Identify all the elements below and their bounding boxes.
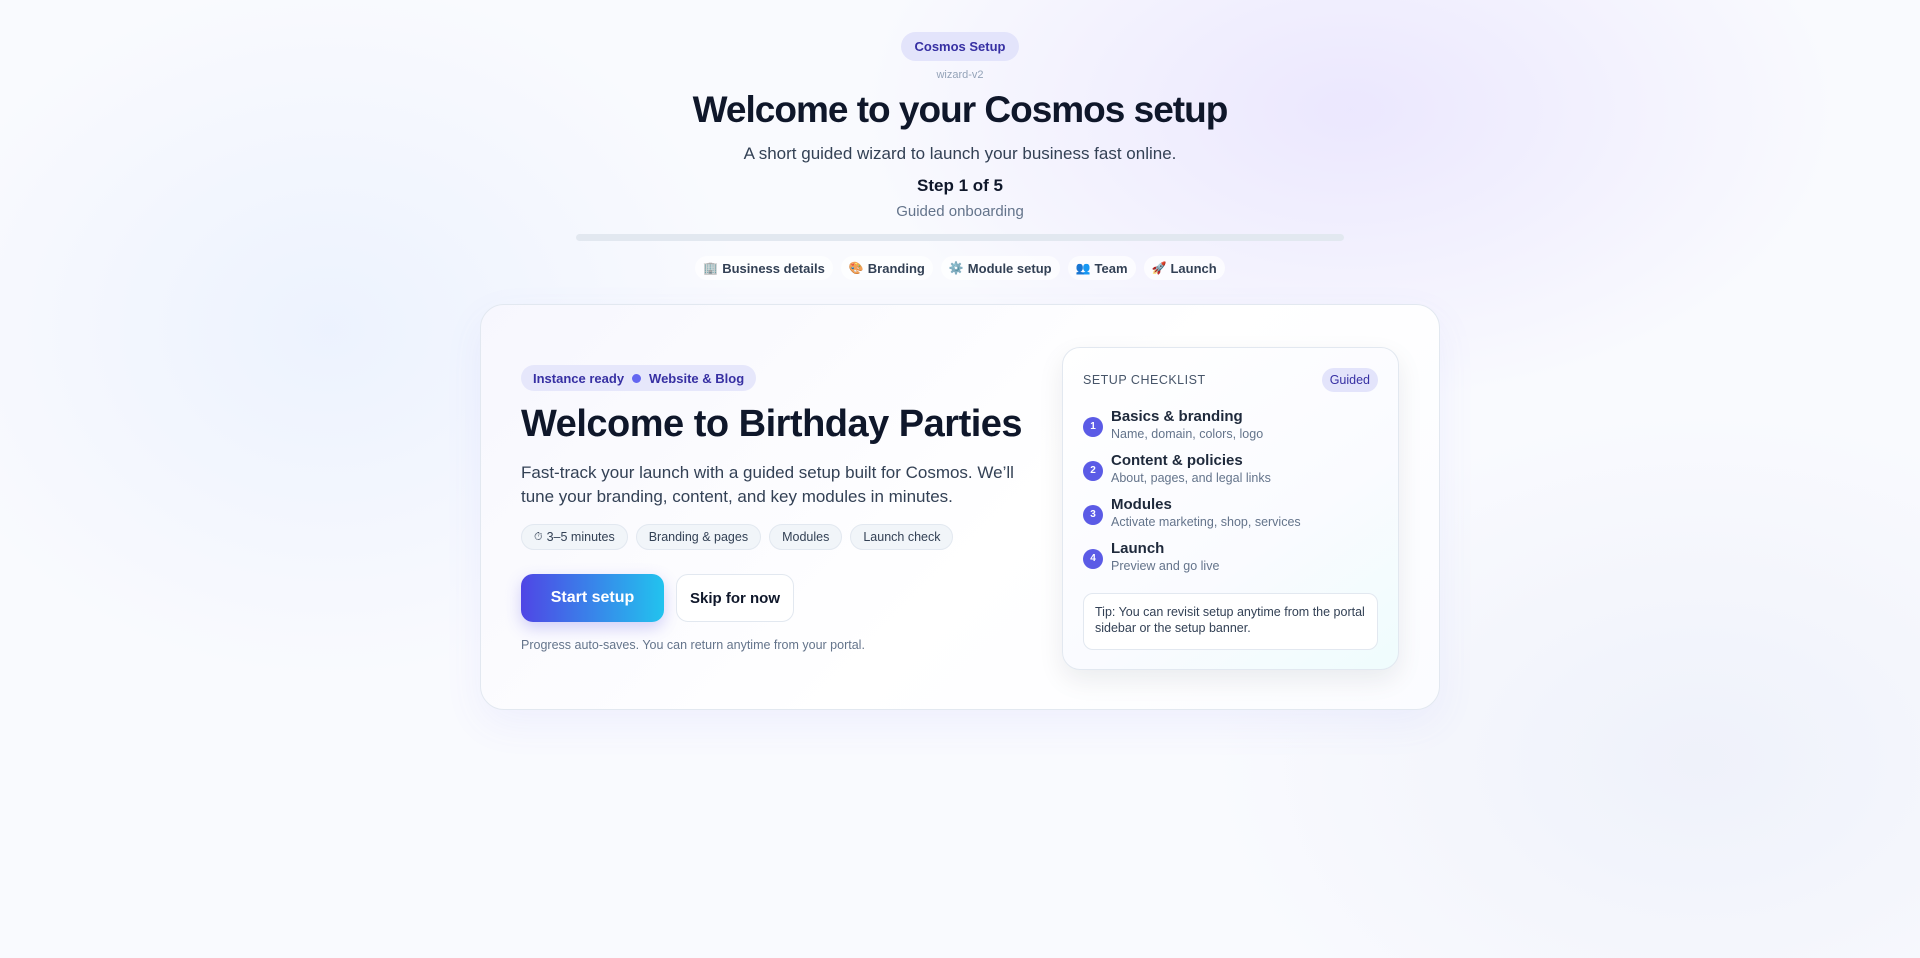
step-tab-branding[interactable]: 🎨 Branding bbox=[840, 256, 933, 280]
step-number-badge: 4 bbox=[1083, 549, 1103, 569]
step-number-badge: 3 bbox=[1083, 505, 1103, 525]
step-tab-label: Launch bbox=[1170, 260, 1217, 276]
checklist-item-title: Launch bbox=[1111, 540, 1165, 557]
checklist-item-launch[interactable]: 4 Launch Preview and go live bbox=[1083, 540, 1378, 584]
checklist-item-title: Basics & branding bbox=[1111, 408, 1243, 425]
building-icon: 🏢 bbox=[703, 261, 719, 275]
hero-title: Welcome to Birthday Parties bbox=[521, 403, 1023, 445]
tag-label: Modules bbox=[782, 530, 830, 544]
checklist-item-subtitle: Preview and go live bbox=[1111, 559, 1220, 573]
tag-launch-check: Launch check bbox=[850, 524, 954, 550]
version-label: wizard-v2 bbox=[936, 69, 984, 81]
checklist-item-modules[interactable]: 3 Modules Activate marketing, shop, serv… bbox=[1083, 496, 1378, 540]
checklist-title: SETUP CHECKLIST bbox=[1083, 373, 1206, 387]
timer-icon: ⏱ bbox=[534, 530, 543, 543]
page-title: Welcome to your Cosmos setup bbox=[692, 89, 1229, 130]
page-subtitle: A short guided wizard to launch your bus… bbox=[743, 144, 1177, 163]
checklist-item-subtitle: Name, domain, colors, logo bbox=[1111, 427, 1264, 441]
tag-modules: Modules bbox=[769, 524, 843, 550]
gear-icon: ⚙️ bbox=[948, 261, 964, 275]
checklist-item-title: Modules bbox=[1111, 496, 1172, 513]
tag-label: Branding & pages bbox=[648, 530, 749, 544]
step-tab-label: Team bbox=[1094, 260, 1128, 276]
step-tab-business-details[interactable]: 🏢 Business details bbox=[695, 256, 833, 280]
step-tab-module-setup[interactable]: ⚙️ Module setup bbox=[940, 256, 1060, 280]
tag-duration: ⏱ 3–5 minutes bbox=[521, 524, 628, 550]
step-tab-label: Module setup bbox=[967, 260, 1052, 276]
instance-status: Instance ready bbox=[533, 370, 625, 386]
step-tab-team[interactable]: 👥 Team bbox=[1067, 256, 1136, 280]
autosave-note: Progress auto-saves. You can return anyt… bbox=[521, 638, 865, 652]
instance-badge: Instance ready Website & Blog bbox=[521, 365, 757, 391]
checklist-item-basics[interactable]: 1 Basics & branding Name, domain, colors… bbox=[1083, 408, 1378, 452]
tip-box: Tip: You can revisit setup anytime from … bbox=[1083, 593, 1378, 650]
tag-branding-pages: Branding & pages bbox=[635, 524, 762, 550]
guided-badge: Guided bbox=[1321, 368, 1378, 392]
step-counter: Step 1 of 5 bbox=[917, 176, 1003, 195]
checklist-item-content[interactable]: 2 Content & policies About, pages, and l… bbox=[1083, 452, 1378, 496]
checklist-header: SETUP CHECKLIST Guided bbox=[1083, 368, 1378, 392]
step-tab-launch[interactable]: 🚀 Launch bbox=[1143, 256, 1225, 280]
step-tab-label: Business details bbox=[722, 260, 825, 276]
tag-label: Launch check bbox=[863, 530, 941, 544]
checklist-item-subtitle: Activate marketing, shop, services bbox=[1111, 515, 1301, 529]
step-tab-label: Branding bbox=[867, 260, 925, 276]
progress-bar bbox=[576, 234, 1344, 241]
hero-description: Fast-track your launch with a guided set… bbox=[521, 463, 1014, 506]
step-caption: Guided onboarding bbox=[896, 203, 1024, 220]
step-tabs: 🏢 Business details 🎨 Branding ⚙️ Module … bbox=[0, 256, 1920, 280]
step-number-badge: 1 bbox=[1083, 417, 1103, 437]
skip-button[interactable]: Skip for now bbox=[676, 574, 794, 622]
checklist-items: 1 Basics & branding Name, domain, colors… bbox=[1083, 408, 1378, 584]
setup-checklist: SETUP CHECKLIST Guided 1 Basics & brandi… bbox=[1062, 347, 1399, 670]
step-number-badge: 2 bbox=[1083, 461, 1103, 481]
tag-label: 3–5 minutes bbox=[546, 530, 615, 544]
checklist-item-subtitle: About, pages, and legal links bbox=[1111, 471, 1271, 485]
start-setup-button[interactable]: Start setup bbox=[521, 574, 664, 622]
feature-tags: ⏱ 3–5 minutes Branding & pages Modules L… bbox=[521, 524, 954, 550]
instance-type: Website & Blog bbox=[649, 370, 745, 386]
status-dot-icon bbox=[632, 373, 642, 383]
welcome-card: Instance ready Website & Blog Welcome to… bbox=[480, 304, 1440, 710]
checklist-item-title: Content & policies bbox=[1111, 452, 1243, 469]
palette-icon: 🎨 bbox=[848, 261, 864, 275]
rocket-icon: 🚀 bbox=[1151, 261, 1167, 275]
app-pill: Cosmos Setup bbox=[901, 32, 1019, 61]
people-icon: 👥 bbox=[1075, 261, 1091, 275]
